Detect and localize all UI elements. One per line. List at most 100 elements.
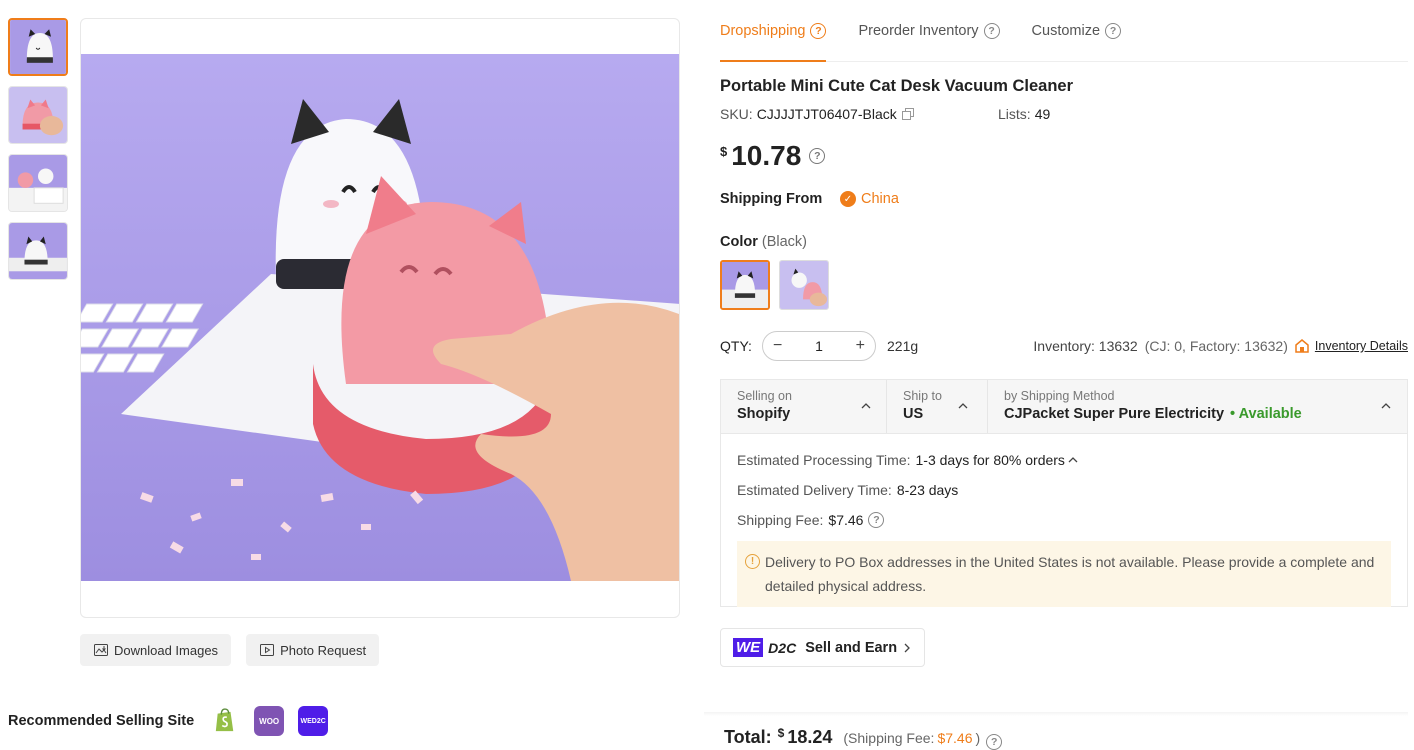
tab-label: Preorder Inventory (858, 23, 979, 39)
selling-on-dropdown[interactable]: Selling on Shopify (721, 380, 887, 433)
check-icon: ✓ (840, 191, 856, 207)
thumbnail-3[interactable] (8, 154, 68, 212)
shipping-method-value: CJPacket Super Pure Electricity • Availab… (1004, 406, 1407, 422)
sell-and-earn-label: Sell and Earn (805, 639, 898, 656)
sku-label: SKU: (720, 106, 753, 122)
delivery-time-label: Estimated Delivery Time: (737, 482, 892, 498)
image-download-icon (94, 644, 108, 656)
po-box-warning: ! Delivery to PO Box addresses in the Un… (737, 541, 1391, 607)
price: $ 10.78 ? (720, 140, 826, 172)
download-images-button[interactable]: Download Images (80, 634, 232, 666)
wed2c-icon[interactable]: WED2C (298, 706, 329, 736)
price-currency: $ (720, 144, 728, 159)
shipping-fee-value: $7.46 (828, 512, 864, 528)
availability-status: • Available (1230, 406, 1302, 422)
color-swatch-black[interactable] (720, 260, 770, 310)
thumbnail-2[interactable] (8, 86, 68, 144)
tab-label: Dropshipping (720, 23, 806, 39)
delivery-time-value: 8-23 days (896, 482, 959, 498)
processing-time-row: Estimated Processing Time: 1-3 days for … (737, 445, 1391, 475)
image-actions: Download Images Photo Request (80, 634, 380, 666)
inventory-details-link[interactable]: Inventory Details (1315, 339, 1408, 353)
chevron-up-icon (861, 403, 871, 409)
recommended-selling-site: Recommended Selling Site WOO WED2C (8, 706, 329, 736)
thumbnail-4[interactable] (8, 222, 68, 280)
help-icon[interactable]: ? (810, 23, 827, 39)
processing-time-value: 1-3 days for 80% orders (915, 452, 1065, 468)
inventory-info: Inventory: 13632 (CJ: 0, Factory: 13632)… (1033, 338, 1408, 354)
warehouse-icon (1295, 339, 1309, 353)
tab-preorder-inventory[interactable]: Preorder Inventory ? (858, 0, 1000, 62)
sku-value: CJJJJTJT06407-Black (756, 106, 897, 122)
total-help-icon[interactable]: ? (986, 734, 1003, 750)
thumbnail-image (10, 20, 66, 74)
total-fee-close: ) (975, 730, 981, 746)
copy-icon[interactable] (901, 108, 914, 120)
divider (704, 712, 1408, 716)
quantity-stepper: − 1 + (762, 331, 876, 361)
thumbnail-image (9, 155, 67, 211)
shipping-from-label: Shipping From (720, 191, 823, 207)
help-icon[interactable]: ? (1105, 23, 1122, 39)
color-selected: (Black) (761, 234, 807, 250)
price-help-icon[interactable]: ? (809, 148, 826, 164)
qty-value[interactable]: 1 (815, 338, 823, 354)
inventory-breakdown: (CJ: 0, Factory: 13632) (1144, 338, 1288, 354)
sell-and-earn-button[interactable]: WE D2C Sell and Earn (720, 628, 926, 667)
lists-label: Lists: (998, 106, 1031, 122)
woo-text: WOO (259, 716, 280, 726)
delivery-time-row: Estimated Delivery Time: 8-23 days (737, 475, 1391, 505)
wed2c-text: WED2C (300, 717, 326, 725)
thumbnail-1[interactable] (8, 18, 68, 76)
help-icon[interactable]: ? (983, 23, 1000, 39)
chevron-up-icon (1381, 403, 1391, 409)
thumbnail-list (8, 18, 68, 290)
color-label: Color (720, 234, 758, 250)
recommended-selling-site-label: Recommended Selling Site (8, 713, 195, 729)
shopify-icon[interactable] (210, 706, 241, 736)
tab-label: Customize (1031, 23, 1101, 39)
qty-decrease-button[interactable]: − (773, 337, 782, 355)
total-fee-label: (Shipping Fee: (843, 730, 935, 746)
price-amount: 10.78 (731, 140, 802, 171)
thumbnail-image (9, 223, 67, 279)
photo-request-label: Photo Request (280, 642, 367, 658)
swatch-image (780, 261, 828, 309)
photo-request-button[interactable]: Photo Request (246, 634, 380, 666)
tab-dropshipping[interactable]: Dropshipping ? (720, 0, 827, 62)
color-selector-label: Color (Black) (720, 234, 807, 250)
order-total: Total: $ 18.24 (Shipping Fee: $7.46) ? (724, 726, 1003, 750)
product-photo (81, 54, 679, 581)
qty-label: QTY: (720, 338, 752, 354)
swatch-image (722, 262, 768, 308)
shipping-fee-row: Shipping Fee: $7.46 ? (737, 505, 1391, 535)
sku-row: SKU: CJJJJTJT06407-Black (720, 106, 914, 122)
shipping-method-name: CJPacket Super Pure Electricity (1004, 406, 1225, 422)
qty-increase-button[interactable]: + (856, 337, 865, 355)
shipping-from-country[interactable]: China (861, 191, 899, 207)
color-swatches (720, 260, 829, 310)
shipping-details: Estimated Processing Time: 1-3 days for … (721, 434, 1407, 607)
shipping-selectors: Selling on Shopify Ship to US by Shippin… (721, 380, 1407, 434)
product-weight: 221g (887, 338, 919, 354)
d2c-logo-text: D2C (768, 639, 797, 656)
main-product-image[interactable] (80, 18, 680, 618)
lists-count: Lists: 49 (998, 106, 1050, 122)
ship-to-dropdown[interactable]: Ship to US (887, 380, 988, 433)
chevron-up-icon[interactable] (1068, 455, 1078, 465)
shipping-method-label: by Shipping Method (1004, 389, 1115, 403)
download-images-label: Download Images (114, 642, 219, 658)
shipping-method-dropdown[interactable]: by Shipping Method CJPacket Super Pure E… (988, 380, 1407, 433)
ship-to-label: Ship to (903, 389, 942, 403)
total-label: Total: (724, 727, 772, 747)
tab-customize[interactable]: Customize ? (1032, 0, 1122, 62)
woocommerce-icon[interactable]: WOO (254, 706, 285, 736)
shipping-panel: Selling on Shopify Ship to US by Shippin… (720, 379, 1408, 607)
shipping-from: Shipping From ✓ China (720, 191, 899, 207)
chevron-right-icon (904, 643, 910, 652)
color-swatch-pink[interactable] (779, 260, 829, 310)
lists-value: 49 (1034, 106, 1051, 122)
shipping-fee-help-icon[interactable]: ? (868, 512, 885, 528)
we-logo: WE (733, 638, 764, 657)
photo-request-icon (260, 644, 275, 656)
